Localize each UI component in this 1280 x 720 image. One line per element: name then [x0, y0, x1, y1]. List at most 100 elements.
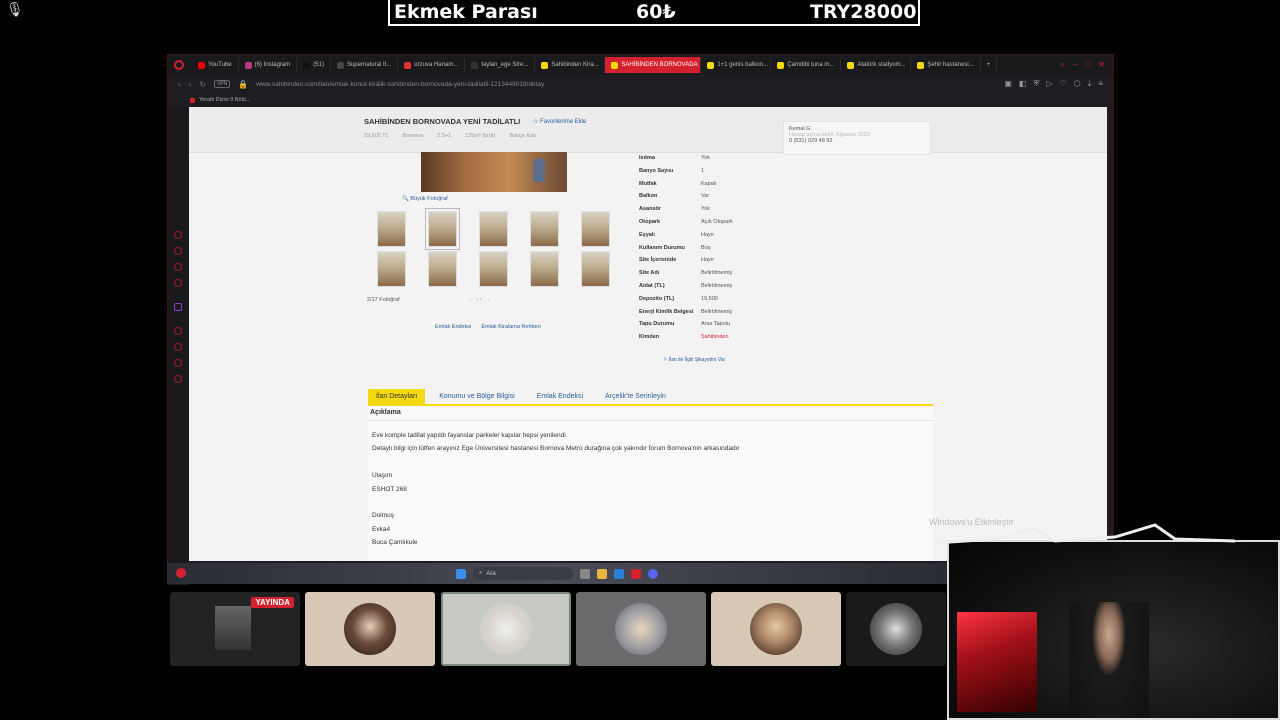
sidebar-icon[interactable]	[174, 343, 182, 351]
browser-tab[interactable]: Şehir hastanesi...	[911, 57, 981, 73]
info-row: Otopark Açık Otopark	[639, 216, 779, 229]
extensions-icon[interactable]: ⬡	[1074, 79, 1081, 89]
participant-card[interactable]	[576, 592, 706, 666]
play-icon[interactable]: ▷	[1046, 79, 1052, 89]
browser-tab[interactable]: 1+1 genis balkon...	[701, 57, 772, 73]
browser-tab[interactable]: Atatürk stadyum...	[841, 57, 912, 73]
browser-tab[interactable]: Sahibinden Kira...	[535, 57, 606, 73]
browser-tab[interactable]: YouTube	[192, 57, 239, 73]
photo-thumbnail[interactable]	[581, 211, 610, 247]
twitch-icon[interactable]	[174, 303, 182, 311]
back-icon[interactable]: ‹	[178, 80, 181, 89]
browser-tab[interactable]: Çamdibi tuna m...	[771, 57, 842, 73]
forward-icon[interactable]: ›	[189, 80, 192, 89]
tab-favicon	[541, 61, 549, 69]
emlak-endeksi-link[interactable]: Emlak Endeksi	[435, 324, 471, 330]
tab-favicon	[336, 61, 344, 69]
vpn-badge[interactable]: VPN	[214, 80, 231, 88]
info-row: Enerji Kimlik Belgesi Belirtilmemiş	[639, 306, 779, 319]
photo-thumbnail[interactable]	[479, 251, 508, 287]
pager-next[interactable]: ›	[488, 297, 490, 303]
seller-phone[interactable]: 0 (531) 029 48 92	[789, 138, 925, 144]
app-icon[interactable]	[614, 568, 624, 579]
photo-object	[533, 158, 545, 182]
photo-thumbnail[interactable]	[428, 251, 457, 287]
toolbar-icons: ▣ ◧ ⛨ ▷ ♡ ⬡ ⤓ ≡	[1004, 79, 1103, 89]
live-badge: YAYINDA	[251, 597, 294, 608]
reload-icon[interactable]: ↻	[199, 80, 206, 89]
browser-tab[interactable]: (51)	[297, 57, 331, 73]
browser-tab[interactable]: urzuva Hanam...	[398, 57, 466, 73]
info-value: Açık Otopark	[701, 218, 733, 225]
listing-tab[interactable]: Emlak Endeksi	[529, 389, 591, 404]
browser-tab[interactable]: SAHİBİNDEN BORNOVADA	[605, 57, 702, 73]
participant-card[interactable]: YAYINDA	[170, 592, 300, 666]
meta-item: 2.5+1	[437, 133, 452, 139]
snapshot-icon[interactable]: ▣	[1004, 79, 1012, 89]
photo-thumbnail[interactable]	[377, 251, 406, 287]
photo-thumbnail[interactable]	[581, 251, 610, 287]
photo-thumbnail[interactable]	[479, 211, 508, 247]
info-row: Asansör Yok	[639, 203, 779, 216]
info-table: Isıtma Yok Banyo Sayısı 1 Mutfak Kapalı Balkon…	[639, 152, 779, 344]
sidebar-icon[interactable]	[174, 231, 182, 239]
opera-taskbar-icon[interactable]	[631, 568, 641, 579]
info-row: Depozito (TL) 19,500	[639, 293, 779, 306]
avatar	[615, 603, 667, 655]
add-favorite-link[interactable]: ☆ Favorilerime Ekle	[533, 118, 586, 125]
wallet-icon[interactable]: ◧	[1019, 79, 1027, 89]
participant-card[interactable]	[846, 592, 946, 666]
photo-thumbnail[interactable]	[377, 211, 406, 247]
bookmark-item[interactable]: Yeralti Dizisi 9 Bölü...	[199, 97, 250, 103]
tab-favicon	[777, 61, 785, 69]
main-photo[interactable]	[421, 152, 567, 192]
windows-start-icon[interactable]	[456, 568, 466, 579]
photo-thumbnail[interactable]	[530, 211, 559, 247]
file-explorer-icon[interactable]	[597, 568, 607, 579]
participant-card[interactable]	[711, 592, 841, 666]
listing-tab[interactable]: Konumu ve Bölge Bilgisi	[431, 389, 523, 404]
minimize-icon[interactable]: –	[1073, 60, 1077, 70]
complaint-link[interactable]: ⚐ İlan ile İlgili Şikayetim Var	[663, 357, 725, 363]
search-icon[interactable]: ⌕	[1061, 60, 1065, 70]
photo-thumbnail[interactable]	[530, 251, 559, 287]
pager-prev[interactable]: ‹	[469, 297, 471, 303]
maximize-icon[interactable]: □	[1085, 60, 1090, 70]
sidebar-icon[interactable]	[174, 327, 182, 335]
sidebar-icon[interactable]	[174, 263, 182, 271]
taskbar: ⌕ Ara	[167, 563, 947, 584]
sidebar-icon[interactable]	[174, 359, 182, 367]
info-value: Belirtilmemiş	[701, 282, 733, 289]
browser-tab[interactable]: Supernatural II...	[331, 57, 399, 73]
opera-icon[interactable]	[174, 60, 184, 70]
shield-icon[interactable]: ⛨	[1033, 79, 1039, 89]
notification-icon[interactable]	[176, 568, 186, 578]
browser-tab[interactable]: (6) Instagram	[239, 57, 298, 73]
info-key: Enerji Kimlik Belgesi	[639, 308, 694, 315]
donation-price: 60₺	[636, 1, 676, 23]
participant-card[interactable]	[441, 592, 571, 666]
discord-icon[interactable]	[648, 568, 658, 579]
task-view-icon[interactable]	[580, 568, 590, 579]
tab-favicon	[303, 61, 311, 69]
url-field[interactable]: www.sahibinden.com/ilan/emlak-konut-kira…	[256, 81, 596, 88]
listing-links: Emlak Endeksi Emlak Kiralama Rehberi	[435, 324, 541, 330]
sidebar-icon[interactable]	[174, 375, 182, 383]
menu-icon[interactable]: ≡	[1098, 79, 1103, 89]
heart-icon[interactable]: ♡	[1060, 79, 1067, 89]
sidebar-icon[interactable]	[174, 247, 182, 255]
big-photo-link[interactable]: 🔍 Büyük Fotoğraf	[402, 196, 448, 202]
address-bar: ‹ › ↻ VPN 🔒 www.sahibinden.com/ilan/emla…	[168, 75, 1113, 93]
new-tab-button[interactable]: +	[981, 57, 998, 73]
download-icon[interactable]: ⤓	[1088, 79, 1092, 89]
kiralama-rehberi-link[interactable]: Emlak Kiralama Rehberi	[481, 324, 540, 330]
listing-tab[interactable]: Arçelik'te Serinleyin	[597, 389, 674, 404]
listing-tab[interactable]: İlan Detayları	[368, 389, 426, 404]
participant-card[interactable]	[305, 592, 435, 666]
taskbar-search[interactable]: ⌕ Ara	[473, 567, 573, 580]
sidebar-icon[interactable]	[174, 279, 182, 287]
browser-tab[interactable]: taylan_ege Stre...	[465, 57, 536, 73]
close-icon[interactable]: ✕	[1098, 60, 1105, 70]
donation-bar: Ekmek Parası 60₺ TRY28000	[388, 0, 920, 26]
photo-thumbnail[interactable]	[425, 208, 460, 250]
